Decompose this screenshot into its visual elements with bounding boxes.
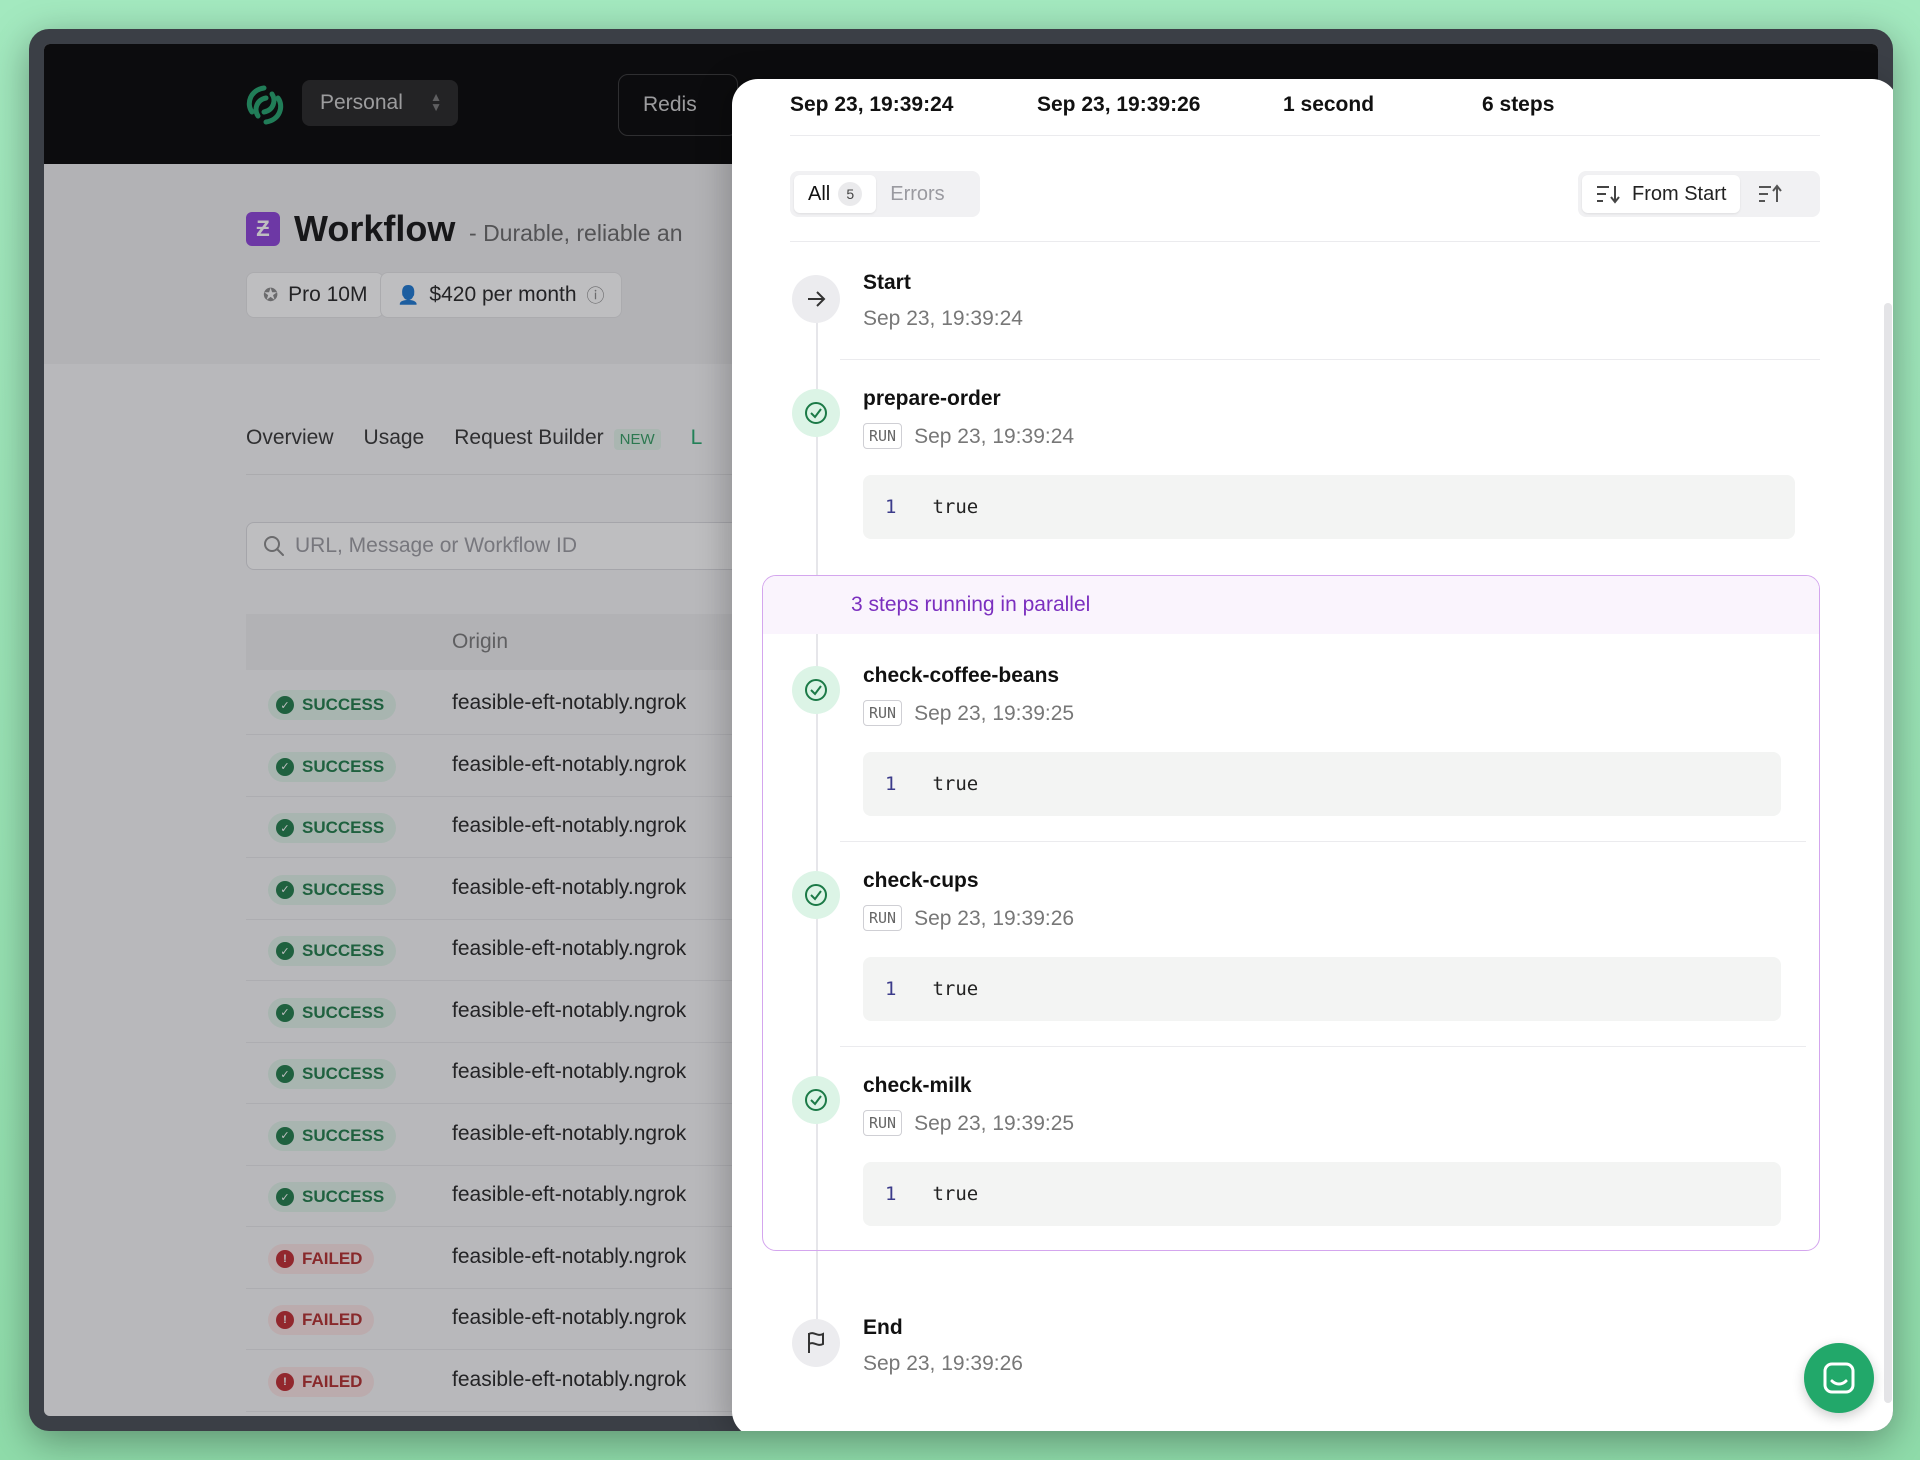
stats-divider [790,135,1820,136]
check-circle-icon [792,1076,840,1124]
step-output-code[interactable]: 1 true [863,957,1781,1021]
step-time-text: Sep 23, 19:39:24 [914,425,1075,448]
workflow-run-drawer: ‾‾‾‾‾‾‾‾‾‾‾ Sep 23, 19:39:24 Sep 23, 19:… [732,79,1893,1431]
start-arrow-icon [792,275,840,323]
step-count-value: 6 steps [1482,93,1555,116]
step-name-check-milk[interactable]: check-milk [863,1074,972,1098]
step-name-check-coffee-beans[interactable]: check-coffee-beans [863,664,1059,688]
step-name-prepare-order[interactable]: prepare-order [863,387,1001,411]
code-output-value: true [932,496,979,518]
run-tag: RUN [863,905,903,931]
filter-all-label: All [808,182,831,205]
run-tag: RUN [863,1110,903,1136]
end-date-value: Sep 23, 19:39:26 [1037,93,1201,116]
start-date-value: Sep 23, 19:39:24 [790,93,954,116]
step-time-check-cups: RUN Sep 23, 19:39:26 [863,905,1074,931]
code-line-number: 1 [885,496,897,518]
step-filter: All 5 Errors [790,171,980,217]
chat-icon [1823,1362,1855,1394]
browser-window: Personal ▲ ▼ Redis Ƶ Workflow - Durable, … [29,29,1893,1431]
filter-errors-button[interactable]: Errors [890,183,944,206]
duration-value: 1 second [1283,93,1375,116]
check-circle-icon [792,871,840,919]
filter-all-button[interactable]: All 5 [794,175,877,213]
step-name-check-cups[interactable]: check-cups [863,869,979,893]
filter-all-count: 5 [838,182,863,206]
end-time: Sep 23, 19:39:26 [863,1352,1023,1375]
start-title: Start [863,271,911,294]
drawer-scrollbar[interactable] [1884,303,1892,1403]
sort-descending-icon [1597,186,1620,204]
code-output-value: true [932,773,979,795]
sort-label: From Start [1632,182,1727,205]
step-divider [840,359,1820,360]
step-divider [840,1046,1806,1047]
code-output-value: true [932,1183,979,1205]
step-time-text: Sep 23, 19:39:26 [914,907,1075,930]
code-line-number: 1 [885,773,897,795]
check-circle-icon [792,666,840,714]
code-line-number: 1 [885,978,897,1000]
filter-divider [790,241,1820,242]
step-divider [840,841,1806,842]
sort-control: From Start [1578,171,1820,217]
step-output-code[interactable]: 1 true [863,1162,1781,1226]
step-time-prepare-order: RUN Sep 23, 19:39:24 [863,423,1074,449]
start-time: Sep 23, 19:39:24 [863,307,1023,330]
run-tag: RUN [863,700,903,726]
step-output-code[interactable]: 1 true [863,752,1781,816]
code-line-number: 1 [885,1183,897,1205]
start-date-label: ‾‾‾‾‾‾‾‾‾‾‾ [790,79,863,87]
step-time-check-milk: RUN Sep 23, 19:39:25 [863,1110,1074,1136]
check-circle-icon [792,389,840,437]
step-output-code[interactable]: 1 true [863,475,1795,539]
sort-ascending-icon[interactable] [1758,184,1783,204]
chat-support-button[interactable] [1804,1343,1874,1413]
run-tag: RUN [863,423,903,449]
parallel-group-label: 3 steps running in parallel [763,576,1819,634]
code-output-value: true [932,978,979,1000]
flag-icon [792,1319,840,1367]
sort-from-start-button[interactable]: From Start [1582,175,1741,213]
step-time-check-coffee-beans: RUN Sep 23, 19:39:25 [863,700,1074,726]
step-time-text: Sep 23, 19:39:25 [914,1112,1075,1135]
step-time-text: Sep 23, 19:39:25 [914,702,1075,725]
end-title: End [863,1316,903,1339]
